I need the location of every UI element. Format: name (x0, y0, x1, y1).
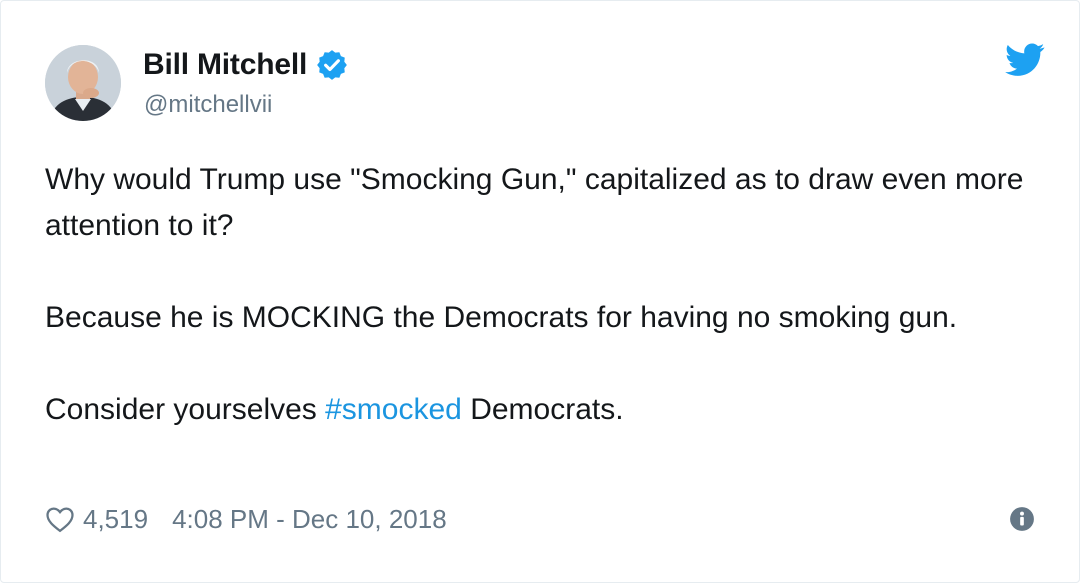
tweet-paragraph: Because he is MOCKING the Democrats for … (45, 301, 958, 334)
timestamp[interactable]: 4:08 PM - Dec 10, 2018 (172, 504, 447, 535)
info-icon[interactable] (1009, 506, 1035, 532)
tweet-paragraph: Why would Trump use "Smocking Gun," capi… (45, 163, 1024, 242)
heart-icon[interactable] (45, 505, 75, 533)
like-count[interactable]: 4,519 (83, 504, 148, 535)
tweet-text: Why would Trump use "Smocking Gun," capi… (45, 157, 1045, 433)
author-display-name[interactable]: Bill Mitchell (143, 48, 307, 82)
avatar[interactable] (45, 45, 121, 121)
tweet-card: Bill Mitchell @mitchellvii Why would Tru… (0, 0, 1080, 583)
tweet-text-segment: Consider yourselves (45, 393, 326, 426)
tweet-paragraph: Consider yourselves #smocked Democrats. (45, 387, 1045, 433)
verified-badge-icon (315, 48, 349, 82)
twitter-bird-icon[interactable] (1005, 43, 1045, 77)
tweet-text-segment: Democrats. (461, 393, 624, 426)
author-handle[interactable]: @mitchellvii (144, 91, 272, 119)
hashtag-link[interactable]: #smocked (325, 393, 462, 426)
author-name-row[interactable]: Bill Mitchell (143, 45, 349, 85)
tweet-meta: 4,519 4:08 PM - Dec 10, 2018 (45, 501, 447, 537)
